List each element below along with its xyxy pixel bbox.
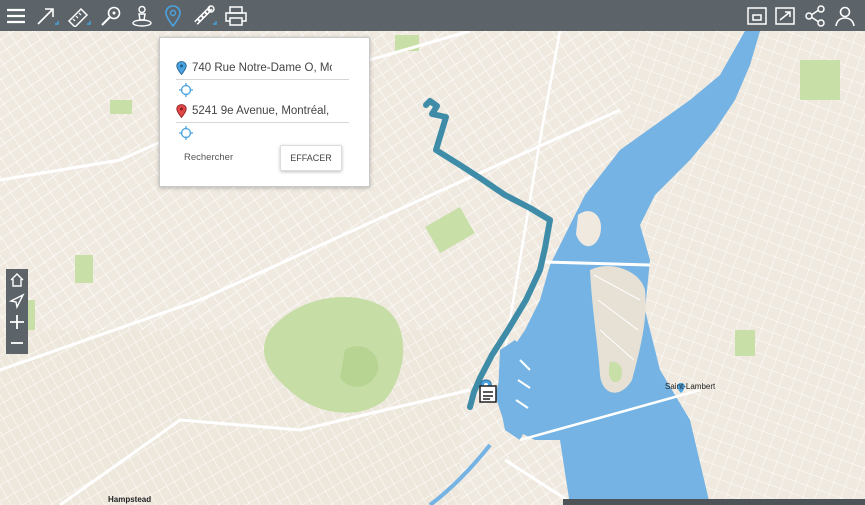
home-icon (10, 273, 24, 287)
map-label-saint-lambert: Saint-Lambert (665, 382, 716, 391)
origin-marker-icon (176, 61, 187, 75)
map-navigation-bar (6, 269, 28, 354)
zoom-in-icon (10, 315, 24, 329)
home-button[interactable] (7, 270, 27, 290)
marker-tool-button[interactable] (159, 2, 187, 29)
measure-arrow-icon (37, 7, 59, 25)
fullscreen-button[interactable] (771, 2, 799, 29)
window-icon (747, 6, 767, 25)
marker-icon (165, 4, 181, 27)
person-location-button[interactable] (128, 2, 156, 29)
crosshair-icon[interactable] (179, 83, 193, 97)
crosshair-icon[interactable] (179, 126, 193, 140)
search-location-button[interactable] (97, 2, 125, 29)
ruler-icon (67, 7, 91, 27)
destination-input[interactable] (192, 105, 332, 117)
user-button[interactable] (831, 2, 859, 29)
route-tool-button[interactable] (191, 2, 219, 29)
zoom-out-icon (11, 342, 23, 344)
ruler-tool-button[interactable] (65, 2, 93, 29)
scale-bar (563, 499, 865, 505)
measure-tool-button[interactable] (33, 2, 61, 29)
origin-row (176, 57, 349, 80)
print-button[interactable] (222, 2, 250, 29)
destination-row (176, 100, 349, 123)
person-location-icon (132, 5, 152, 27)
route-icon (194, 4, 217, 25)
destination-map-marker (479, 385, 497, 403)
directions-panel: Rechercher EFFACER (159, 37, 370, 187)
share-button[interactable] (801, 2, 829, 29)
menu-icon (7, 8, 25, 23)
menu-button[interactable] (2, 2, 30, 29)
clear-button[interactable]: EFFACER (280, 145, 342, 171)
zoom-out-button[interactable] (7, 333, 27, 353)
origin-input[interactable] (192, 62, 332, 74)
map-label-hampstead: Hampstead (108, 495, 152, 504)
top-toolbar (0, 0, 865, 31)
locate-icon (9, 293, 25, 309)
print-icon (225, 5, 247, 26)
map-canvas[interactable] (0, 31, 865, 505)
destination-marker-icon (176, 104, 187, 118)
share-icon (805, 4, 825, 27)
fullscreen-icon (775, 6, 795, 25)
search-button[interactable]: Rechercher (184, 152, 233, 163)
user-icon (835, 6, 855, 26)
window-button[interactable] (743, 2, 771, 29)
locate-button[interactable] (7, 291, 27, 311)
search-location-icon (101, 6, 121, 26)
zoom-in-button[interactable] (7, 312, 27, 332)
